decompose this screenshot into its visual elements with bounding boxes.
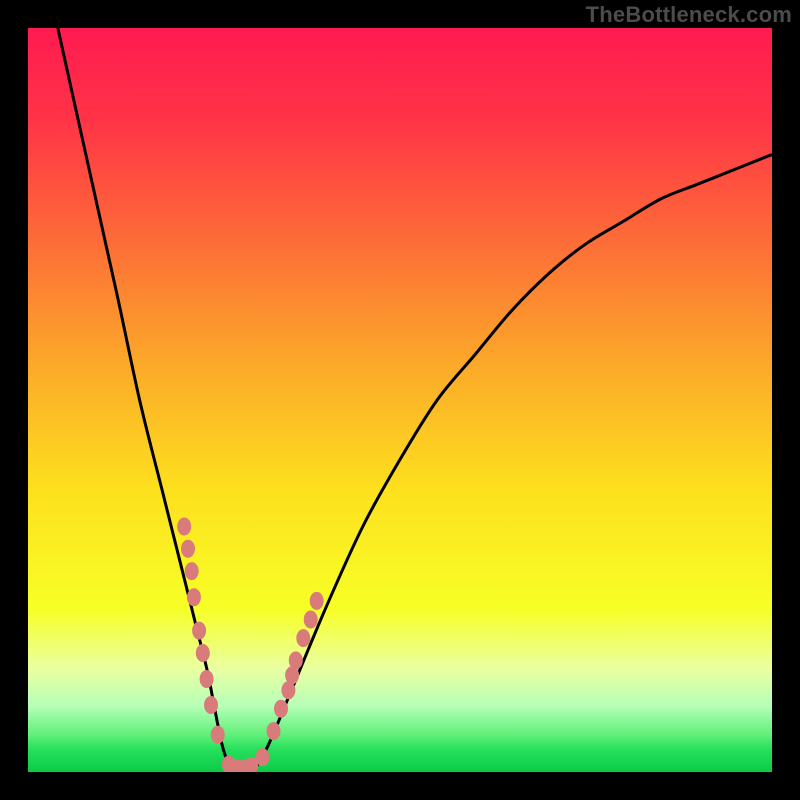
data-marker xyxy=(181,540,195,558)
chart-svg xyxy=(28,28,772,772)
data-marker xyxy=(196,644,210,662)
data-marker xyxy=(267,722,281,740)
data-marker xyxy=(274,700,288,718)
data-marker xyxy=(185,562,199,580)
data-marker xyxy=(204,696,218,714)
chart-frame: TheBottleneck.com xyxy=(0,0,800,800)
data-marker xyxy=(187,588,201,606)
data-marker xyxy=(304,611,318,629)
data-marker xyxy=(192,622,206,640)
plot-area xyxy=(28,28,772,772)
attribution-text: TheBottleneck.com xyxy=(586,2,792,28)
data-marker xyxy=(289,651,303,669)
data-marker xyxy=(296,629,310,647)
data-marker xyxy=(255,748,269,766)
data-marker xyxy=(310,592,324,610)
data-marker xyxy=(177,518,191,536)
data-marker xyxy=(211,726,225,744)
data-marker xyxy=(200,670,214,688)
